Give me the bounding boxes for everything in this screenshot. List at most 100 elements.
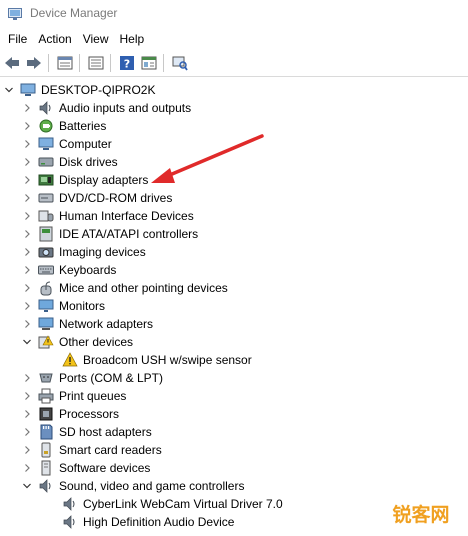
menu-file[interactable]: File bbox=[8, 30, 27, 48]
device-category[interactable]: Sound, video and game controllers bbox=[22, 477, 244, 495]
device-item-label: Broadcom USH w/swipe sensor bbox=[83, 353, 252, 367]
other-devices-icon bbox=[38, 334, 54, 350]
chevron-down-icon[interactable] bbox=[22, 337, 32, 347]
camera-icon bbox=[38, 244, 54, 260]
device-category[interactable]: Human Interface Devices bbox=[22, 207, 194, 225]
device-category-label: Mice and other pointing devices bbox=[59, 281, 228, 295]
sd-card-icon bbox=[38, 424, 54, 440]
chevron-down-icon[interactable] bbox=[22, 481, 32, 491]
device-category[interactable]: SD host adapters bbox=[22, 423, 152, 441]
toolbar-separator bbox=[79, 54, 80, 72]
device-item[interactable]: High Definition Audio Device bbox=[62, 513, 234, 531]
chevron-right-icon[interactable] bbox=[22, 121, 32, 131]
forward-icon[interactable] bbox=[24, 53, 44, 73]
chevron-right-icon[interactable] bbox=[22, 463, 32, 473]
chevron-right-icon[interactable] bbox=[22, 283, 32, 293]
chevron-right-icon[interactable] bbox=[22, 319, 32, 329]
device-category[interactable]: Imaging devices bbox=[22, 243, 146, 261]
device-category-label: Keyboards bbox=[59, 263, 117, 277]
device-category-label: Computer bbox=[59, 137, 112, 151]
computer-name-label: DESKTOP-QIPRO2K bbox=[41, 83, 156, 97]
device-category[interactable]: Batteries bbox=[22, 117, 106, 135]
device-category-label: Smart card readers bbox=[59, 443, 162, 457]
chevron-right-icon[interactable] bbox=[22, 391, 32, 401]
chevron-right-icon[interactable] bbox=[22, 103, 32, 113]
scan-icon[interactable] bbox=[170, 53, 190, 73]
device-category[interactable]: Ports (COM & LPT) bbox=[22, 369, 163, 387]
properties-icon[interactable] bbox=[55, 53, 75, 73]
device-category-label: Network adapters bbox=[59, 317, 154, 331]
device-category-label: Audio inputs and outputs bbox=[59, 101, 192, 115]
device-category[interactable]: Monitors bbox=[22, 297, 105, 315]
speaker-icon bbox=[62, 496, 78, 512]
device-category-label: Software devices bbox=[59, 461, 151, 475]
device-category[interactable]: Software devices bbox=[22, 459, 150, 477]
monitor-icon bbox=[38, 298, 54, 314]
toolbar-separator bbox=[48, 54, 49, 72]
device-item[interactable]: CyberLink WebCam Virtual Driver 7.0 bbox=[62, 495, 283, 513]
chevron-right-icon[interactable] bbox=[22, 229, 32, 239]
device-category-label: Batteries bbox=[59, 119, 107, 133]
menu-action[interactable]: Action bbox=[38, 30, 71, 48]
device-category-label: Disk drives bbox=[59, 155, 118, 169]
chevron-right-icon[interactable] bbox=[22, 409, 32, 419]
device-category-label: IDE ATA/ATAPI controllers bbox=[59, 227, 199, 241]
speaker-icon bbox=[38, 478, 54, 494]
display-adapter-icon bbox=[38, 172, 54, 188]
device-category[interactable]: Processors bbox=[22, 405, 119, 423]
menu-view[interactable]: View bbox=[83, 30, 109, 48]
chevron-right-icon[interactable] bbox=[22, 265, 32, 275]
chevron-right-icon[interactable] bbox=[22, 175, 32, 185]
network-icon bbox=[38, 316, 54, 332]
chevron-right-icon[interactable] bbox=[22, 373, 32, 383]
chevron-right-icon[interactable] bbox=[22, 157, 32, 167]
watermark-text: 锐客网 bbox=[392, 503, 449, 526]
device-category-label: DVD/CD-ROM drives bbox=[59, 191, 173, 205]
dvd-icon bbox=[38, 190, 54, 206]
device-category[interactable]: DVD/CD-ROM drives bbox=[22, 189, 172, 207]
keyboard-icon bbox=[38, 262, 54, 278]
speaker-icon bbox=[62, 514, 78, 530]
ide-icon bbox=[38, 226, 54, 242]
device-category[interactable]: Mice and other pointing devices bbox=[22, 279, 228, 297]
device-category[interactable]: IDE ATA/ATAPI controllers bbox=[22, 225, 198, 243]
device-category[interactable]: Computer bbox=[22, 135, 112, 153]
menu-help[interactable]: Help bbox=[120, 30, 145, 48]
device-category[interactable]: Print queues bbox=[22, 387, 126, 405]
help-icon[interactable]: ? bbox=[117, 53, 137, 73]
show-hide-icon[interactable] bbox=[86, 53, 106, 73]
view-icon[interactable] bbox=[139, 53, 159, 73]
device-category[interactable]: Smart card readers bbox=[22, 441, 162, 459]
device-category-label: SD host adapters bbox=[59, 425, 152, 439]
toolbar: ? bbox=[0, 50, 468, 77]
tree-root[interactable]: DESKTOP-QIPRO2K bbox=[4, 81, 155, 99]
chevron-right-icon[interactable] bbox=[22, 301, 32, 311]
device-manager-app-icon bbox=[8, 7, 22, 20]
port-icon bbox=[38, 370, 54, 386]
warning-device-icon bbox=[62, 352, 78, 368]
device-manager-window: Device Manager File Action View Help ? D… bbox=[0, 0, 468, 536]
device-category[interactable]: Audio inputs and outputs bbox=[22, 99, 191, 117]
device-category[interactable]: Network adapters bbox=[22, 315, 153, 333]
chevron-right-icon[interactable] bbox=[22, 211, 32, 221]
chevron-right-icon[interactable] bbox=[22, 247, 32, 257]
device-category-label: Monitors bbox=[59, 299, 106, 313]
device-category[interactable]: Disk drives bbox=[22, 153, 118, 171]
chevron-right-icon[interactable] bbox=[22, 445, 32, 455]
toolbar-separator bbox=[110, 54, 111, 72]
device-item[interactable]: Broadcom USH w/swipe sensor bbox=[62, 351, 252, 369]
chevron-right-icon[interactable] bbox=[22, 427, 32, 437]
processor-icon bbox=[38, 406, 54, 422]
device-category[interactable]: Keyboards bbox=[22, 261, 116, 279]
back-icon[interactable] bbox=[2, 53, 22, 73]
chevron-down-icon[interactable] bbox=[4, 85, 14, 95]
chevron-right-icon[interactable] bbox=[22, 139, 32, 149]
device-category[interactable]: Other devices bbox=[22, 333, 133, 351]
window-title: Device Manager bbox=[30, 6, 118, 20]
device-item-label: High Definition Audio Device bbox=[83, 515, 235, 529]
computer-icon bbox=[38, 136, 54, 152]
chevron-right-icon[interactable] bbox=[22, 193, 32, 203]
software-device-icon bbox=[38, 460, 54, 476]
device-category[interactable]: Display adapters bbox=[22, 171, 148, 189]
toolbar-separator bbox=[163, 54, 164, 72]
